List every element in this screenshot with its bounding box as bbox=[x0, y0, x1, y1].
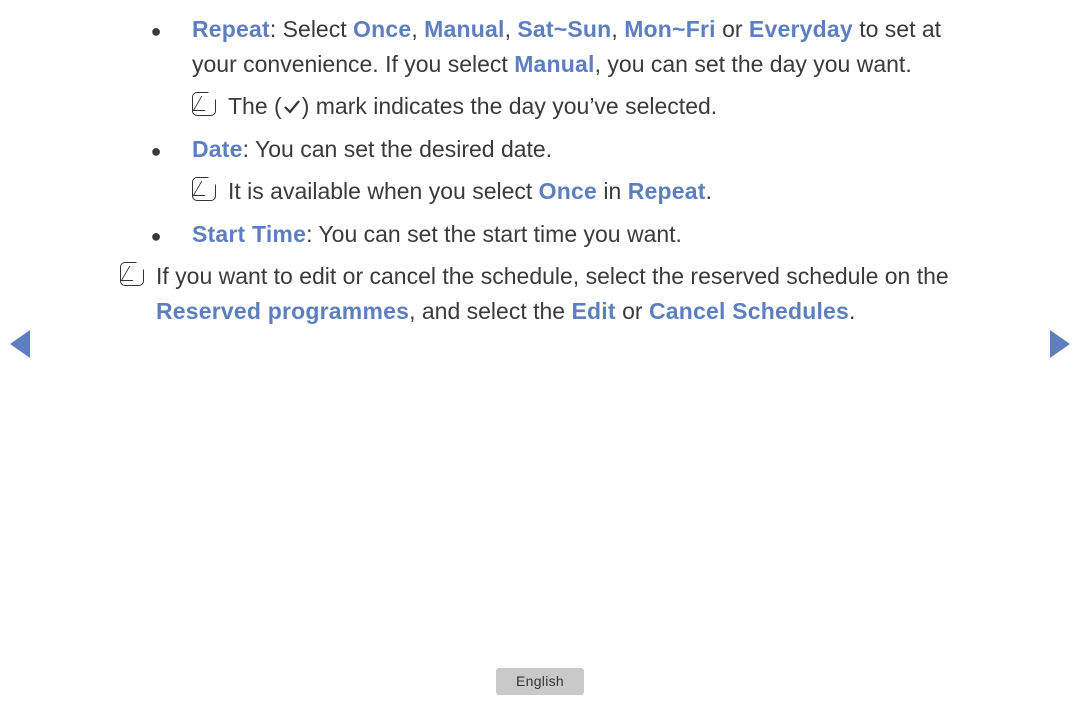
opt-everyday: Everyday bbox=[749, 16, 853, 42]
footnote-text: If you want to edit or cancel the schedu… bbox=[156, 259, 950, 328]
nav-next-arrow[interactable] bbox=[1050, 330, 1070, 358]
note-icon bbox=[192, 177, 216, 201]
bullet-repeat-text: Repeat: Select Once, Manual, Sat~Sun, Mo… bbox=[192, 12, 950, 81]
bullet-dot: ● bbox=[120, 12, 192, 81]
bullet-repeat: ● Repeat: Select Once, Manual, Sat~Sun, … bbox=[120, 12, 950, 81]
date-label: Date bbox=[192, 136, 243, 162]
date-note-text: It is available when you select Once in … bbox=[228, 174, 950, 209]
note-icon bbox=[192, 92, 216, 116]
text: , and select the bbox=[409, 298, 571, 324]
note-icon bbox=[120, 262, 144, 286]
repeat-hl: Repeat bbox=[628, 178, 706, 204]
opt-manual: Manual bbox=[424, 16, 504, 42]
opt-once: Once bbox=[353, 16, 411, 42]
text: It is available when you select bbox=[228, 178, 539, 204]
text: ) mark indicates the day you’ve selected… bbox=[302, 93, 717, 119]
note-icon-col bbox=[120, 259, 156, 328]
start-label: Start Time bbox=[192, 221, 306, 247]
reserved-programmes: Reserved programmes bbox=[156, 298, 409, 324]
bullet-dot: ● bbox=[120, 132, 192, 167]
text: , bbox=[505, 16, 518, 42]
text: If you want to edit or cancel the schedu… bbox=[156, 263, 949, 289]
bullet-date: ● Date: You can set the desired date. bbox=[120, 132, 950, 167]
edit-hl: Edit bbox=[571, 298, 615, 324]
bullet-start-text: Start Time: You can set the start time y… bbox=[192, 217, 950, 252]
note-icon-col bbox=[192, 174, 228, 209]
opt-manual2: Manual bbox=[514, 51, 594, 77]
opt-monfri: Mon~Fri bbox=[624, 16, 715, 42]
note-icon-col bbox=[192, 89, 228, 124]
text: in bbox=[597, 178, 628, 204]
bullet-dot: ● bbox=[120, 217, 192, 252]
text: , bbox=[611, 16, 624, 42]
text: , bbox=[411, 16, 424, 42]
language-pill[interactable]: English bbox=[496, 668, 584, 695]
opt-satsun: Sat~Sun bbox=[517, 16, 611, 42]
text: : You can set the desired date. bbox=[243, 136, 552, 162]
text: : Select bbox=[270, 16, 353, 42]
text: or bbox=[616, 298, 649, 324]
text: . bbox=[706, 178, 712, 204]
footnote-block: If you want to edit or cancel the schedu… bbox=[120, 259, 950, 328]
text: . bbox=[849, 298, 855, 324]
nav-prev-arrow[interactable] bbox=[10, 330, 30, 358]
text: or bbox=[716, 16, 749, 42]
date-note-row: It is available when you select Once in … bbox=[192, 174, 950, 209]
bullet-start: ● Start Time: You can set the start time… bbox=[120, 217, 950, 252]
bullet-date-text: Date: You can set the desired date. bbox=[192, 132, 950, 167]
repeat-note-row: The ( ) mark indicates the day you’ve sel… bbox=[192, 89, 950, 124]
repeat-note-text: The ( ) mark indicates the day you’ve sel… bbox=[228, 89, 950, 124]
text: : You can set the start time you want. bbox=[306, 221, 682, 247]
text: , you can set the day you want. bbox=[595, 51, 912, 77]
once-hl: Once bbox=[539, 178, 597, 204]
cancel-schedules-hl: Cancel Schedules bbox=[649, 298, 849, 324]
text: The ( bbox=[228, 93, 282, 119]
repeat-label: Repeat bbox=[192, 16, 270, 42]
manual-content: ● Repeat: Select Once, Manual, Sat~Sun, … bbox=[120, 12, 950, 328]
check-icon bbox=[282, 93, 302, 119]
